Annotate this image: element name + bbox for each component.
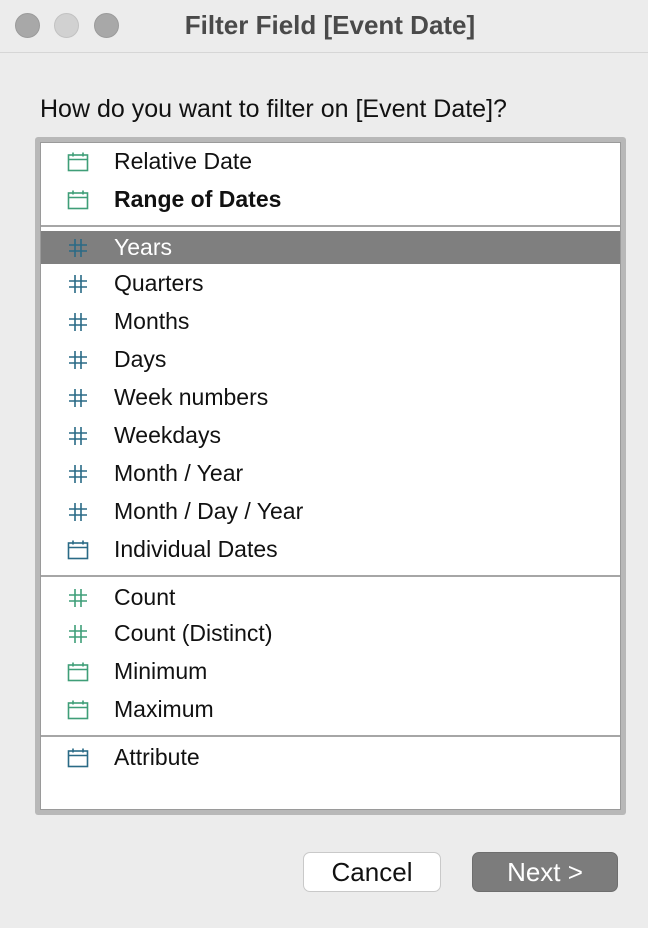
list-item-quarters[interactable]: Quarters [41,267,620,300]
list-item-minimum[interactable]: Minimum [41,655,620,688]
list-divider [41,225,620,227]
filter-question: How do you want to filter on [Event Date… [40,95,507,123]
list-item-label: Individual Dates [114,535,278,562]
list-item-month-day-year[interactable]: Month / Day / Year [41,495,620,528]
calendar-icon [67,189,89,211]
filter-field-dialog: Filter Field [Event Date] How do you wan… [0,0,648,928]
list-item-label: Attribute [114,743,200,770]
list-item-label: Count (Distinct) [114,619,273,646]
list-divider [41,575,620,577]
list-item-week-numbers[interactable]: Week numbers [41,381,620,414]
list-item-label: Month / Year [114,459,244,486]
list-item-years[interactable]: Years [41,231,620,264]
hash-icon [67,387,89,409]
list-item-label: Years [114,233,172,260]
title-bar: Filter Field [Event Date] [0,0,648,53]
list-item-count[interactable]: Count [41,581,620,614]
calendar-icon [67,539,89,561]
list-item-individual-dates[interactable]: Individual Dates [41,533,620,566]
list-item-label: Minimum [114,657,208,684]
calendar-icon [67,661,89,683]
hash-icon [67,349,89,371]
list-item-label: Weekdays [114,421,221,448]
calendar-icon [67,747,89,769]
hash-icon [67,237,89,259]
list-item-attribute[interactable]: Attribute [41,741,620,774]
list-item-label: Maximum [114,695,214,722]
hash-icon [67,587,89,609]
list-item-range-of-dates[interactable]: Range of Dates [41,183,620,216]
list-item-label: Months [114,307,190,334]
list-item-maximum[interactable]: Maximum [41,693,620,726]
list-item-relative-date[interactable]: Relative Date [41,145,620,178]
hash-icon [67,273,89,295]
window-title: Filter Field [Event Date] [184,10,476,40]
cancel-button[interactable]: Cancel [303,852,441,892]
list-item-label: Relative Date [114,147,253,174]
list-item-month-year[interactable]: Month / Year [41,457,620,490]
hash-icon [67,311,89,333]
hash-icon [67,501,89,523]
hash-icon [67,425,89,447]
hash-icon [67,623,89,645]
next-button[interactable]: Next > [472,852,618,892]
list-item-label: Days [114,345,167,372]
filter-type-list: Relative Date Range of Dates Years Quart… [35,137,626,815]
list-item-label: Quarters [114,269,204,296]
list-item-label: Count [114,583,176,610]
list-item-months[interactable]: Months [41,305,620,338]
calendar-icon [67,699,89,721]
list-item-label: Range of Dates [114,185,282,212]
hash-icon [67,463,89,485]
list-divider [41,735,620,737]
filter-type-list-body: Relative Date Range of Dates Years Quart… [40,142,621,810]
list-item-days[interactable]: Days [41,343,620,376]
calendar-icon [67,151,89,173]
list-item-label: Month / Day / Year [114,497,304,524]
list-item-count-distinct[interactable]: Count (Distinct) [41,617,620,650]
list-item-label: Week numbers [114,383,269,410]
list-item-weekdays[interactable]: Weekdays [41,419,620,452]
